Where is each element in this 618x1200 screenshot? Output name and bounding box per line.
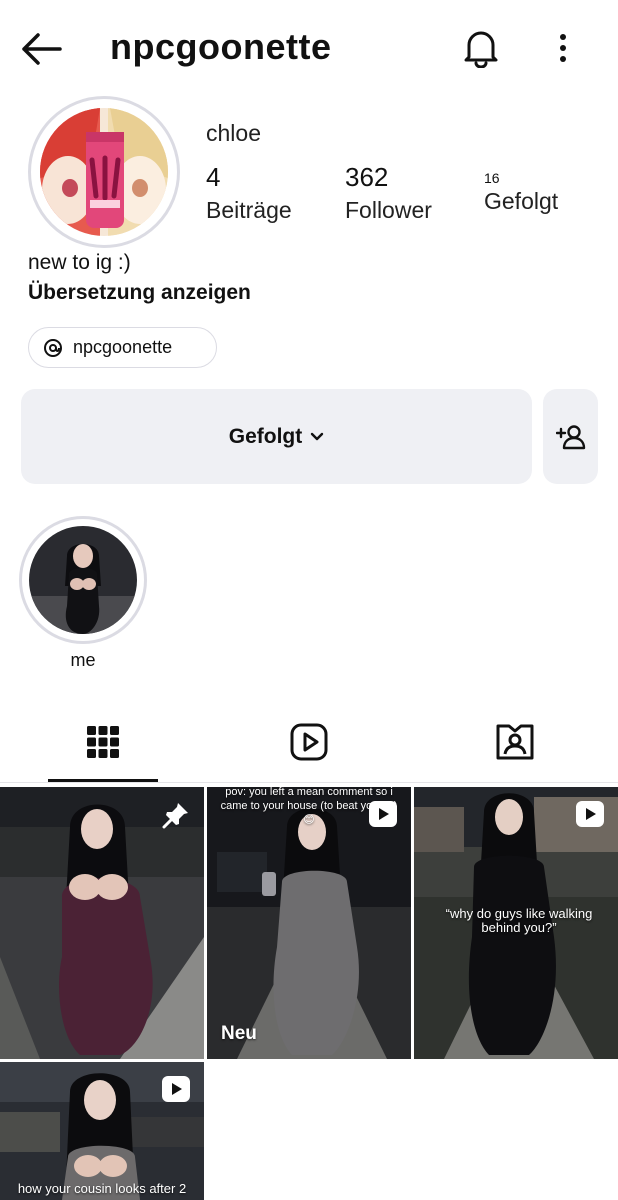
post-caption: “why do guys like walking behind you?” — [445, 906, 593, 935]
grid-icon — [87, 726, 119, 758]
post-tile-1[interactable] — [0, 787, 204, 1059]
post-caption: how your cousin looks after 2 — [17, 1181, 187, 1196]
more-vertical-icon — [560, 34, 566, 62]
translate-link[interactable]: Übersetzung anzeigen — [28, 281, 251, 305]
followers-count: 362 — [345, 162, 389, 192]
play-icon — [162, 1076, 190, 1102]
tab-tagged[interactable] — [412, 700, 618, 784]
threads-icon — [44, 338, 62, 357]
chevron-down-icon — [311, 432, 324, 440]
tabs-divider — [0, 782, 618, 783]
following-label: Gefolgt — [484, 188, 559, 214]
bio-text: new to ig :) — [28, 251, 131, 274]
story-highlight[interactable] — [29, 526, 137, 634]
tab-grid[interactable] — [0, 700, 206, 784]
more-options-button[interactable] — [548, 28, 578, 68]
notifications-button[interactable] — [460, 26, 502, 70]
profile-header: npcgoonette — [0, 0, 618, 96]
pin-icon — [162, 803, 188, 829]
tab-reels[interactable] — [206, 700, 412, 784]
profile-username: npcgoonette — [110, 26, 332, 67]
reel-badge — [162, 1076, 190, 1107]
threads-handle: npcgoonette — [73, 337, 173, 357]
threads-link[interactable]: npcgoonette — [28, 327, 217, 368]
play-icon — [369, 801, 397, 827]
post-tile-4[interactable]: how your cousin looks after 2 — [0, 1062, 204, 1200]
posts-count: 4 — [206, 162, 221, 192]
followers-label: Follower — [345, 197, 432, 223]
following-button-label: Gefolgt — [228, 424, 303, 448]
new-label: Neu — [221, 1023, 257, 1044]
highlight-label: me — [70, 650, 96, 670]
person-add-icon — [555, 424, 585, 449]
following-button[interactable]: Gefolgt — [21, 389, 532, 484]
avatar[interactable] — [40, 108, 168, 236]
posts-label: Beiträge — [206, 197, 292, 223]
display-name: chloe — [206, 120, 261, 146]
arrow-left-icon — [22, 33, 62, 65]
reel-badge — [369, 801, 397, 832]
following-stat[interactable]: 16 Gefolgt — [484, 170, 558, 215]
play-icon — [576, 801, 604, 827]
suggest-users-button[interactable] — [543, 389, 598, 484]
reel-badge — [576, 801, 604, 832]
following-count: 16 — [484, 170, 500, 186]
pin-badge — [162, 801, 190, 834]
reels-icon — [290, 723, 328, 761]
profile-tabs — [0, 700, 618, 784]
followers-stat[interactable]: 362 Follower — [345, 162, 432, 224]
bell-icon — [464, 31, 498, 68]
post-tile-2[interactable]: pov: you left a mean comment so i came t… — [207, 787, 411, 1059]
posts-stat[interactable]: 4 Beiträge — [206, 162, 292, 224]
post-tile-3[interactable]: “why do guys like walking behind you?” — [414, 787, 618, 1059]
tagged-person-icon — [496, 724, 534, 760]
back-button[interactable] — [18, 26, 64, 72]
